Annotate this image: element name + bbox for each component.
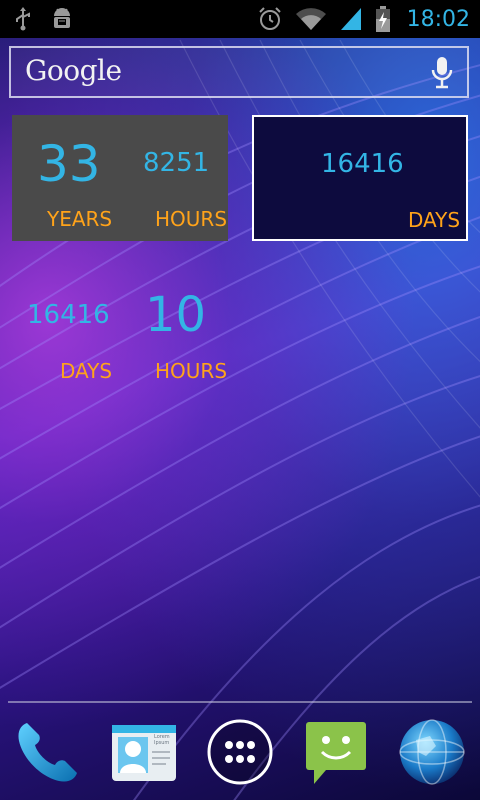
android-debug-icon <box>50 6 74 32</box>
age-widget-years-hours[interactable]: 33 8251 YEARS HOURS <box>12 115 228 241</box>
browser-icon[interactable] <box>394 714 470 790</box>
years-value: 33 <box>37 135 101 193</box>
google-search-bar[interactable]: Google <box>9 46 469 98</box>
days-label: DAYS <box>408 208 461 232</box>
contacts-icon[interactable]: Lorem Ipsum <box>106 714 182 790</box>
usb-icon <box>14 7 32 31</box>
hours-value: 8251 <box>143 148 210 178</box>
signal-icon <box>339 6 363 32</box>
hours-label: HOURS <box>155 207 228 231</box>
status-clock: 18:02 <box>406 6 470 32</box>
days-value: 16416 <box>27 300 110 330</box>
google-logo[interactable]: Google <box>25 54 122 87</box>
phone-icon[interactable] <box>10 714 86 790</box>
app-drawer-icon[interactable] <box>202 714 278 790</box>
wifi-icon <box>295 6 327 32</box>
days-label: DAYS <box>60 359 113 383</box>
hours-value: 10 <box>145 287 207 343</box>
dock-divider <box>8 701 472 703</box>
days-value: 16416 <box>321 149 404 179</box>
status-bar: 18:02 <box>0 0 480 38</box>
age-widget-days-hours[interactable]: 16416 10 DAYS HOURS <box>12 285 228 385</box>
battery-charging-icon <box>375 5 391 33</box>
years-label: YEARS <box>47 207 113 231</box>
microphone-icon[interactable] <box>431 56 453 94</box>
alarm-icon <box>257 6 283 32</box>
age-widget-days[interactable]: 16416 DAYS <box>252 115 468 241</box>
contact-card-text: Lorem Ipsum <box>154 734 170 746</box>
hours-label: HOURS <box>155 359 228 383</box>
messaging-icon[interactable] <box>298 714 374 790</box>
